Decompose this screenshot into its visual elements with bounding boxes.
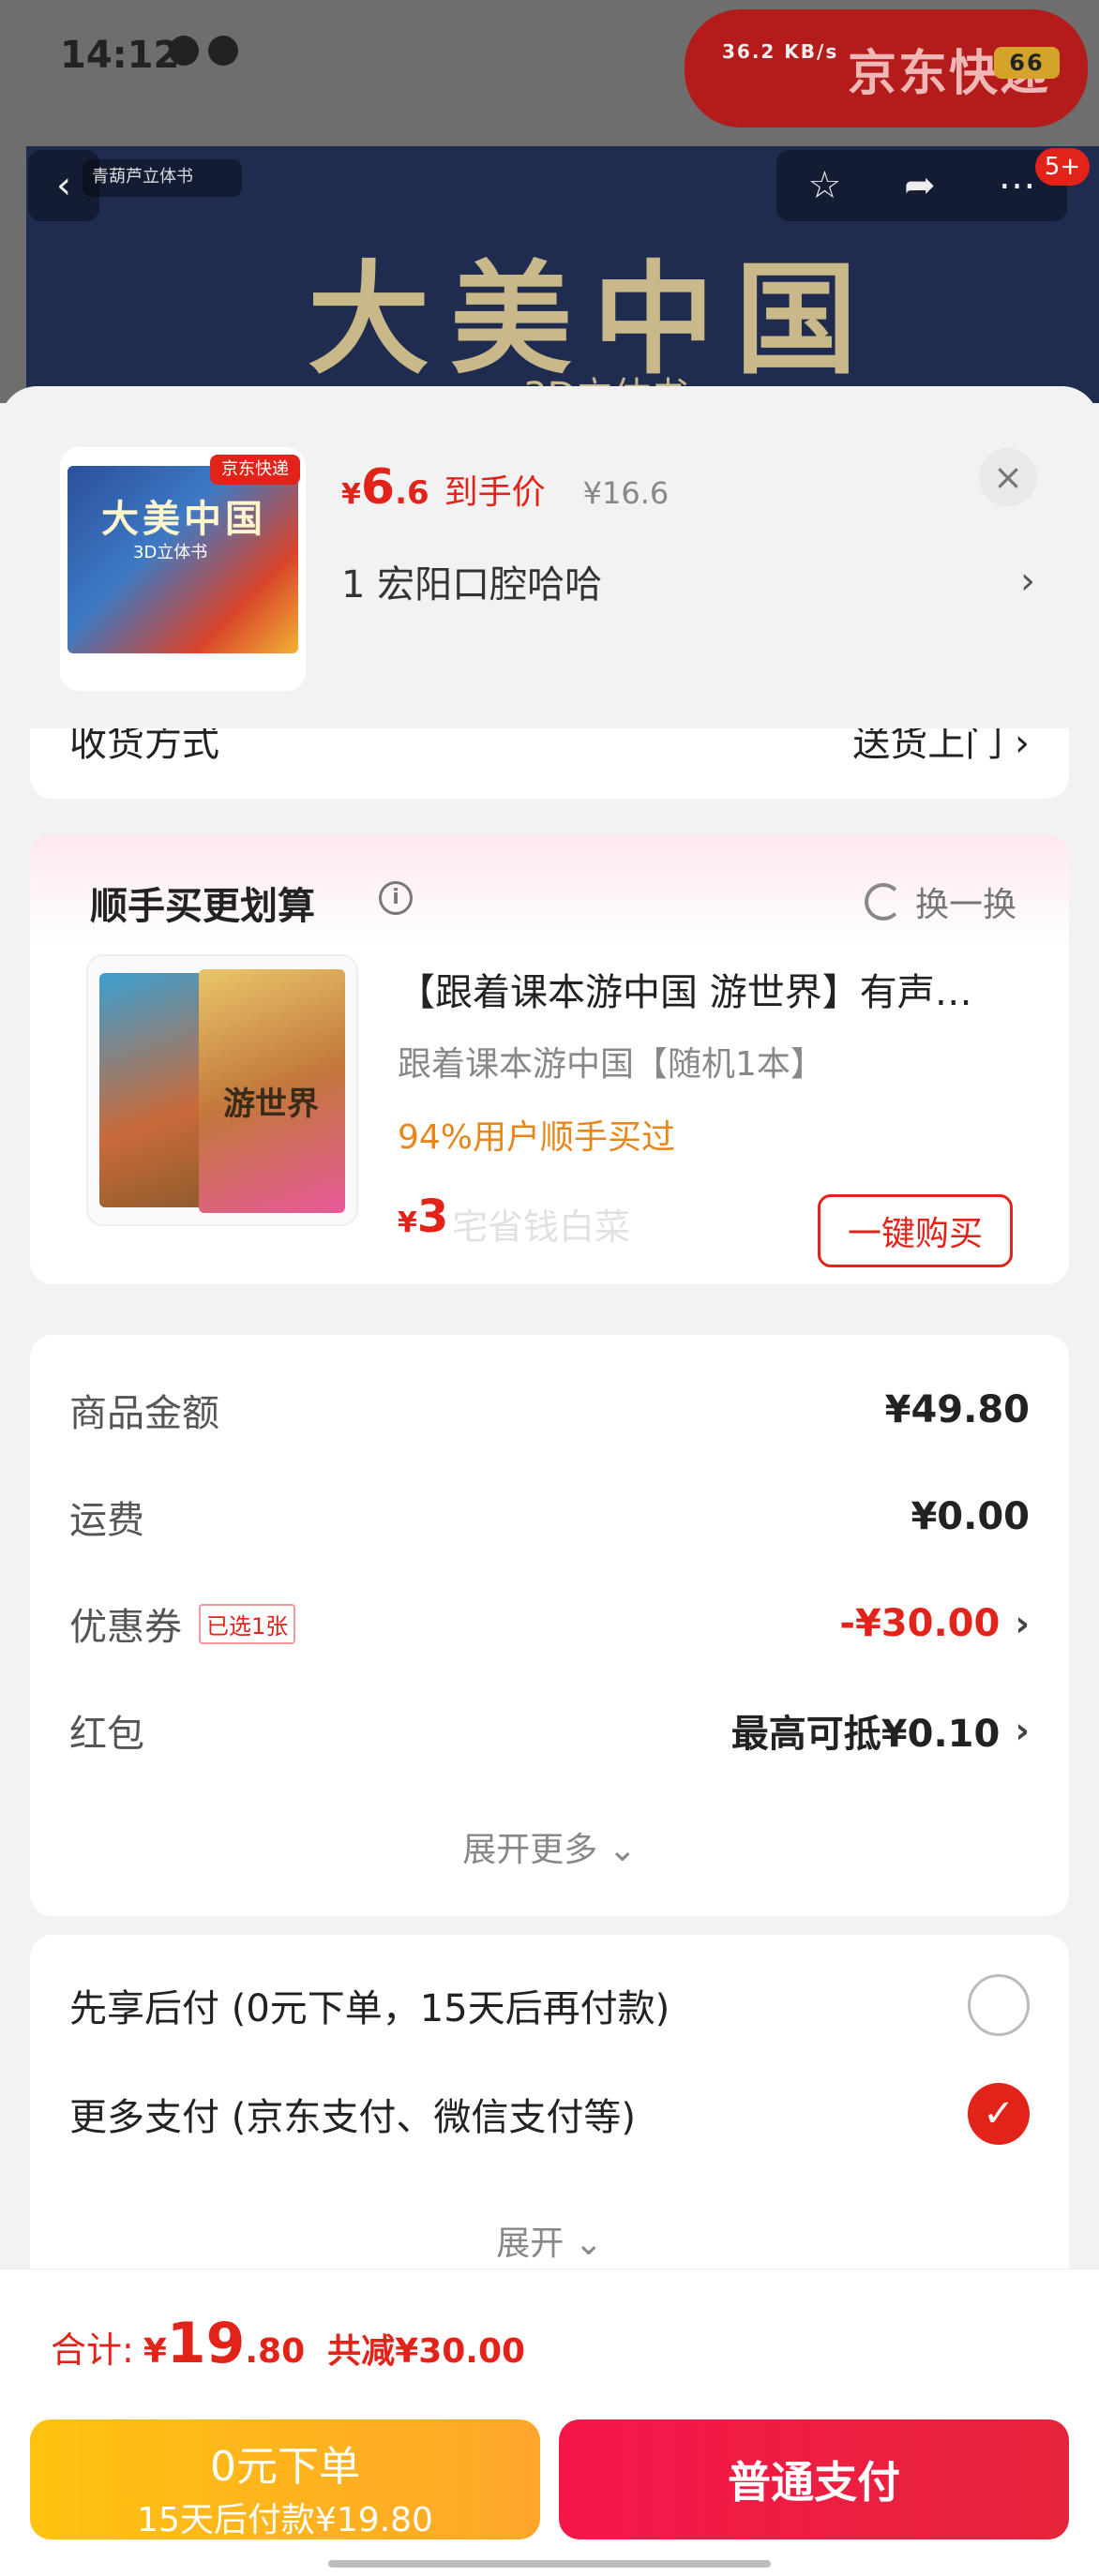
upsell-item-spec: 跟着课本游中国【随机1本】 [398, 1045, 824, 1084]
payment-card: 先享后付 (0元下单，15天后再付款) 更多支付 (京东支付、微信支付等) ✓ … [30, 1935, 1069, 2291]
total-decimal: .80 [245, 2332, 306, 2371]
swap-button[interactable]: 换一换 [864, 877, 1016, 926]
thumb-title: 大美中国 [101, 497, 266, 541]
summary-value: ¥49.80 [884, 1388, 1030, 1431]
cover-text: 游世界 [223, 1086, 319, 1123]
product-cover-art: 大美中国 3D立体书 [68, 466, 298, 653]
summary-label: 红包 [69, 1713, 144, 1756]
refresh-icon [864, 883, 902, 921]
express-overlay-badge: 36.2 KB/s 京东快递 66 [685, 9, 1088, 127]
summary-label: 优惠券 [69, 1606, 182, 1649]
price-tag: 到手价 [444, 473, 546, 512]
close-icon: × [993, 457, 1023, 498]
upsell-price-value: 3 [416, 1191, 449, 1243]
message-count-badge: 5+ [1035, 148, 1090, 186]
jd-express-badge: 京东快递 [210, 455, 300, 485]
top-actions: ☆ ➦ ⋯ [776, 150, 1067, 221]
share-icon[interactable]: ➦ [904, 164, 936, 207]
summary-value: ¥0.00 [911, 1495, 1030, 1538]
sku-text: 1 宏阳口腔哈哈 [341, 563, 603, 607]
expand-more-button[interactable]: 展开更多 ⌄ [30, 1822, 1069, 1871]
payment-option-label: 先享后付 (0元下单，15天后再付款) [69, 1987, 670, 2030]
notification-icons [169, 36, 238, 66]
order-sheet: 收货方式 送货上门 › 大美中国 3D立体书 京东快递 ¥ 6 .6 到手价 ¥… [0, 386, 1099, 2576]
payment-option-label: 更多支付 (京东支付、微信支付等) [69, 2096, 636, 2139]
summary-row-redpacket[interactable]: 红包 最高可抵¥0.10 › [69, 1702, 1030, 1759]
chevron-right-icon: › [1015, 1603, 1030, 1644]
price-line: ¥ 6 .6 到手价 ¥16.6 [341, 459, 669, 516]
watermark: 宅省钱白菜 [452, 1206, 631, 1248]
normal-pay-button[interactable]: 普通支付 [559, 2419, 1069, 2539]
upsell-title: 顺手买更划算 [90, 885, 315, 928]
coupon-label-group: 优惠券 已选1张 [69, 1596, 296, 1651]
price-summary-card: 商品金额 ¥49.80 运费 ¥0.00 优惠券 已选1张 -¥30.00 › … [30, 1335, 1069, 1916]
radio-unchecked-icon[interactable] [968, 1974, 1030, 2036]
message-icon [169, 36, 199, 66]
original-price: ¥16.6 [582, 475, 670, 511]
thumb-subtitle: 3D立体书 [133, 543, 208, 562]
chevron-right-icon: › [1020, 560, 1035, 603]
summary-row-shipping: 运费 ¥0.00 [69, 1489, 1030, 1545]
redpacket-value-group: 最高可抵¥0.10 › [731, 1703, 1030, 1758]
background-page: 14:12 36.2 KB/s 京东快递 66 大美中国 3D立体书 ‹ 青葫芦… [0, 0, 1099, 403]
sku-selector[interactable]: 1 宏阳口腔哈哈 › [341, 553, 1035, 609]
chevron-left-icon: ‹ [56, 164, 71, 207]
total-savings: 共减¥30.00 [327, 2332, 526, 2371]
upsell-price: ¥ 3 [398, 1191, 448, 1243]
price-decimal: .6 [395, 474, 429, 512]
total-integer: 19 [166, 2311, 246, 2376]
checkmark-icon[interactable]: ✓ [968, 2083, 1030, 2145]
star-icon[interactable]: ☆ [807, 164, 841, 207]
info-icon[interactable]: i [379, 881, 413, 915]
upsell-card: 顺手买更划算 i 换一换 游世界 【跟着课本游中国 游世界】有声… 跟着课本游中… [30, 834, 1069, 1284]
payment-expand-button[interactable]: 展开 ⌄ [30, 2216, 1069, 2265]
chevron-right-icon: › [1015, 1710, 1030, 1751]
more-icon[interactable]: ⋯ [999, 164, 1036, 207]
summary-label: 商品金额 [69, 1392, 219, 1435]
status-time: 14:12 [60, 34, 180, 77]
home-indicator[interactable] [328, 2560, 771, 2568]
upsell-buy-rate: 94%用户顺手买过 [398, 1118, 676, 1157]
close-button[interactable]: × [979, 448, 1037, 506]
upsell-price-currency: ¥ [398, 1206, 417, 1239]
upsell-image[interactable]: 游世界 [86, 954, 358, 1226]
product-thumbnail: 大美中国 3D立体书 京东快递 [60, 447, 306, 691]
zero-down-line1: 0元下单 [210, 2443, 360, 2491]
swap-label: 换一换 [914, 886, 1016, 924]
summary-row-coupon[interactable]: 优惠券 已选1张 -¥30.00 › [69, 1595, 1030, 1652]
payment-option-deferred[interactable]: 先享后付 (0元下单，15天后再付款) [69, 1972, 1030, 2038]
net-speed: 36.2 KB/s [722, 40, 839, 63]
price-integer: 6 [360, 459, 396, 516]
checkout-bar: 合计: ¥ 19 .80 共减¥30.00 0元下单 15天后付款¥19.80 … [0, 2269, 1099, 2576]
total-line: 合计: ¥ 19 .80 共减¥30.00 [51, 2311, 525, 2376]
upsell-item-name[interactable]: 【跟着课本游中国 游世界】有声… [398, 962, 1045, 1016]
total-currency: ¥ [143, 2332, 167, 2371]
summary-value: 最高可抵¥0.10 [730, 1713, 1001, 1756]
coupon-value-group: -¥30.00 › [839, 1602, 1030, 1645]
summary-value: -¥30.00 [839, 1602, 1001, 1645]
app-icon [208, 36, 238, 66]
coupon-selected-tag: 已选1张 [199, 1603, 296, 1644]
zero-down-order-button[interactable]: 0元下单 15天后付款¥19.80 [30, 2419, 540, 2539]
payment-option-more[interactable]: 更多支付 (京东支付、微信支付等) ✓ [69, 2081, 1030, 2147]
brand-chip: 青葫芦立体书 [83, 159, 242, 197]
one-click-buy-button[interactable]: 一键购买 [818, 1194, 1013, 1267]
zero-down-line2: 15天后付款¥19.80 [137, 2501, 433, 2539]
summary-label: 运费 [69, 1499, 144, 1542]
book-cover-front: 游世界 [199, 969, 345, 1213]
total-label: 合计: [51, 2329, 134, 2371]
summary-row-goods: 商品金额 ¥49.80 [69, 1382, 1030, 1438]
product-header: 大美中国 3D立体书 京东快递 ¥ 6 .6 到手价 ¥16.6 × 1 宏阳口… [0, 386, 1099, 728]
battery-icon: 66 [994, 47, 1060, 79]
price-currency: ¥ [341, 478, 361, 511]
